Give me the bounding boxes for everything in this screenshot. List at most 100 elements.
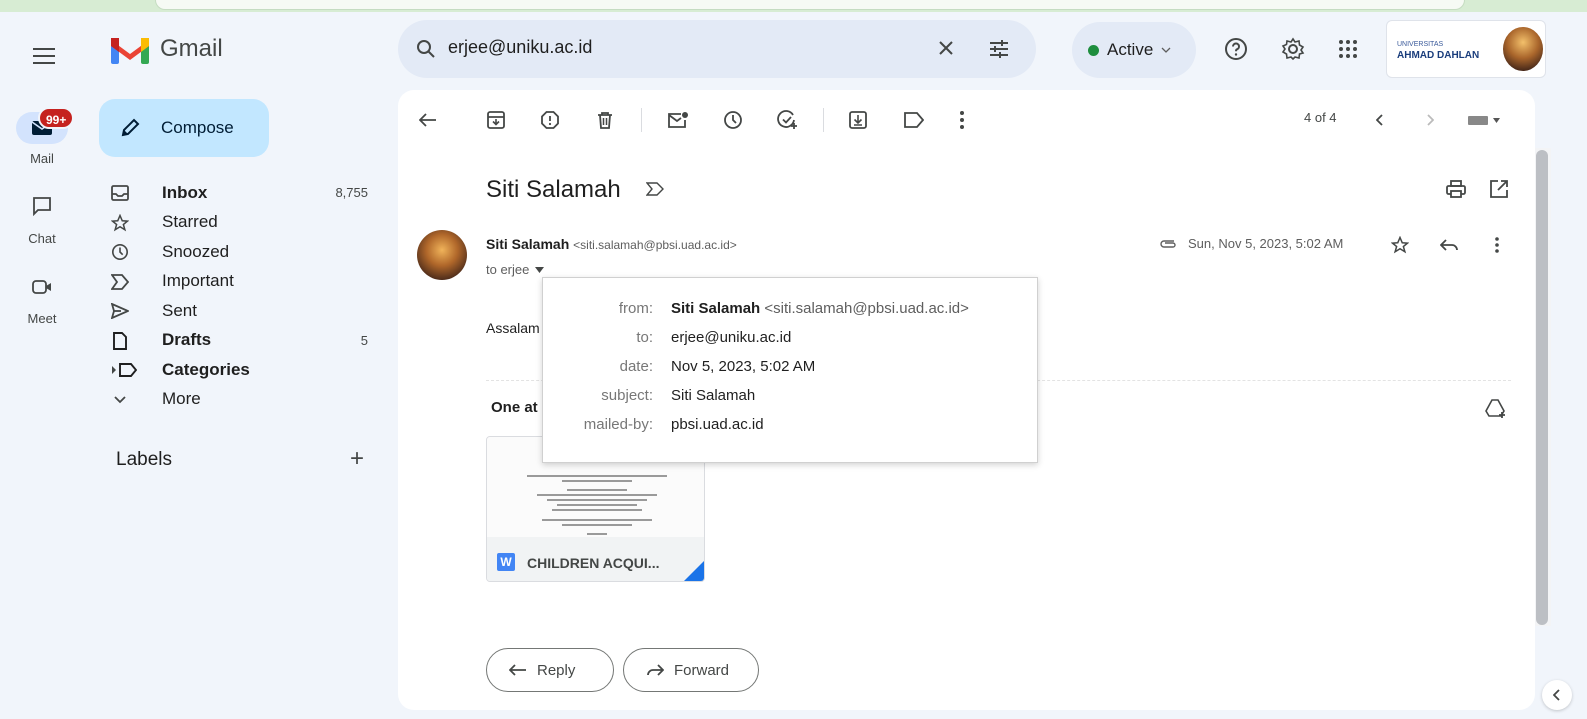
add-label-button[interactable]: + — [350, 447, 364, 471]
input-tools-button[interactable] — [1464, 108, 1504, 132]
search-input[interactable]: erjee@uniku.ac.id — [448, 37, 592, 58]
nav-item-sent[interactable]: Sent — [100, 296, 390, 326]
org-name: AHMAD DAHLAN — [1397, 50, 1480, 61]
show-side-panel-button[interactable] — [1542, 680, 1572, 710]
org-small-text: UNIVERSITAS — [1397, 41, 1444, 48]
mark-unread-button[interactable] — [666, 108, 690, 132]
rail-mail-label: Mail — [30, 151, 54, 166]
snooze-button[interactable] — [721, 108, 745, 132]
more-vert-icon — [1495, 237, 1499, 253]
to-line-text: to erjee — [486, 262, 530, 277]
back-button[interactable] — [416, 108, 440, 132]
draft-icon — [110, 331, 130, 351]
reply-button[interactable]: Reply — [486, 648, 614, 692]
chevron-left-icon — [1553, 689, 1560, 701]
forward-label: Forward — [674, 661, 730, 679]
inbox-icon — [110, 183, 130, 203]
archive-button[interactable] — [484, 108, 508, 132]
status-selector[interactable]: Active — [1072, 22, 1196, 78]
print-button[interactable] — [1445, 178, 1467, 200]
word-doc-icon: W — [497, 553, 515, 571]
attachment-footer: W CHILDREN ACQUI... — [487, 537, 704, 581]
chat-icon — [33, 197, 51, 217]
detail-value: Siti Salamah — [671, 387, 756, 404]
message-date: Sun, Nov 5, 2023, 5:02 AM — [1188, 236, 1344, 251]
detail-key: to: — [636, 329, 653, 346]
arrow-left-icon — [419, 113, 436, 127]
search-icon[interactable] — [416, 39, 436, 59]
more-actions-button[interactable] — [950, 108, 974, 132]
add-task-button[interactable] — [776, 108, 800, 132]
label-icon — [904, 112, 924, 128]
clear-search-icon[interactable] — [936, 38, 956, 58]
hamburger-icon — [33, 48, 55, 64]
active-dot-icon — [1088, 44, 1099, 56]
open-new-window-button[interactable] — [1488, 178, 1510, 200]
nav-item-more[interactable]: More — [100, 385, 390, 415]
add-to-drive-button[interactable] — [1485, 398, 1507, 420]
report-spam-button[interactable] — [538, 108, 562, 132]
rail-meet-button[interactable] — [0, 278, 84, 302]
compose-label: Compose — [161, 118, 234, 137]
message-details-popup: from: Siti Salamah <siti.salamah@pbsi.ua… — [542, 277, 1038, 463]
reply-label: Reply — [537, 661, 576, 679]
nav-item-drafts[interactable]: Drafts 5 — [100, 326, 390, 356]
account-button[interactable]: UNIVERSITAS AHMAD DAHLAN — [1386, 20, 1546, 78]
browser-top-strip — [0, 0, 1587, 12]
mark-unread-icon — [668, 112, 688, 128]
nav-label: Starred — [162, 212, 218, 232]
keyboard-icon — [1468, 116, 1500, 125]
gmail-logo[interactable]: Gmail — [110, 34, 223, 64]
forward-button[interactable]: Forward — [623, 648, 759, 692]
support-button[interactable] — [1223, 36, 1249, 62]
newer-button[interactable] — [1368, 108, 1392, 132]
delete-button[interactable] — [593, 108, 617, 132]
archive-icon — [487, 111, 505, 129]
label-icon — [118, 360, 138, 380]
apps-button[interactable] — [1335, 36, 1361, 62]
detail-value: Siti Salamah <siti.salamah@pbsi.uad.ac.i… — [671, 300, 969, 317]
detail-key: from: — [618, 300, 653, 317]
reply-icon-button[interactable] — [1438, 234, 1460, 256]
compose-button[interactable]: Compose — [99, 99, 269, 157]
sender-avatar[interactable] — [417, 230, 467, 280]
nav-item-important[interactable]: Important — [100, 267, 390, 297]
nav-label: More — [162, 389, 201, 409]
attachment-name: CHILDREN ACQUI... — [527, 555, 660, 571]
reply-icon — [1440, 239, 1458, 251]
message-more-button[interactable] — [1486, 234, 1508, 256]
rail-chat-button[interactable] — [0, 196, 84, 222]
star-button[interactable] — [1389, 234, 1411, 256]
pagination-text: 4 of 4 — [1304, 110, 1337, 125]
rail-chat-label: Chat — [28, 231, 56, 246]
main-menu-button[interactable] — [24, 36, 64, 76]
move-to-button[interactable] — [846, 108, 870, 132]
folder-nav: Inbox 8,755 Starred Snoozed Important Se… — [100, 178, 390, 414]
important-marker-icon[interactable] — [645, 182, 664, 201]
search-bar[interactable]: erjee@uniku.ac.id — [398, 20, 1036, 78]
search-options-icon[interactable] — [988, 38, 1010, 60]
add-to-drive-icon — [1485, 399, 1505, 418]
print-icon — [1446, 180, 1466, 198]
scrollbar-thumb[interactable] — [1536, 150, 1548, 625]
labels-button[interactable] — [902, 108, 926, 132]
recipients-toggle[interactable]: to erjee — [486, 262, 545, 277]
nav-label: Sent — [162, 300, 197, 320]
nav-item-categories[interactable]: Categories — [100, 355, 390, 385]
detail-key: date: — [619, 358, 653, 375]
toolbar-divider — [641, 108, 642, 132]
nav-item-snoozed[interactable]: Snoozed — [100, 237, 390, 267]
video-camera-icon — [32, 280, 51, 294]
page-fold-icon — [682, 559, 704, 581]
sender-name[interactable]: Siti Salamah — [486, 236, 569, 252]
message-subject: Siti Salamah — [486, 176, 621, 203]
older-button[interactable] — [1418, 108, 1442, 132]
nav-item-starred[interactable]: Starred — [100, 208, 390, 238]
nav-item-inbox[interactable]: Inbox 8,755 — [100, 178, 390, 208]
detail-from-name: Siti Salamah — [671, 300, 761, 317]
settings-button[interactable] — [1280, 36, 1306, 62]
caret-down-icon — [535, 266, 545, 273]
trash-icon — [598, 112, 612, 129]
toolbar-divider — [823, 108, 824, 132]
mail-unread-badge: 99+ — [38, 107, 75, 129]
